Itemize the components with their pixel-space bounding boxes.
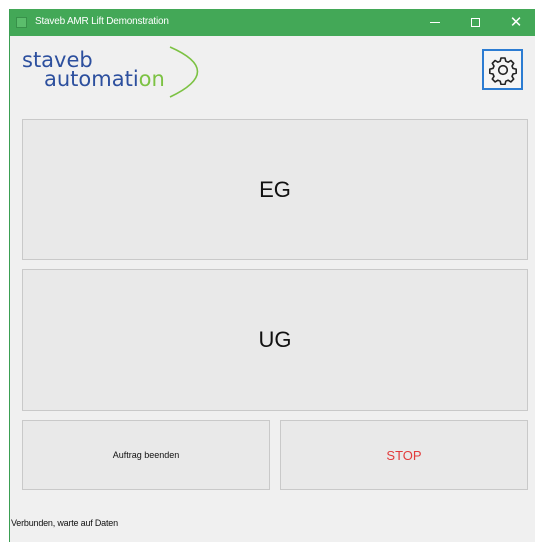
logo-line-2-suffix: on <box>139 67 165 91</box>
title-bar[interactable]: Staveb AMR Lift Demonstration ✕ <box>10 9 535 36</box>
window-title: Staveb AMR Lift Demonstration <box>35 16 169 27</box>
settings-button[interactable] <box>482 49 523 90</box>
minimize-button[interactable] <box>415 9 455 36</box>
logo-line-2: automation <box>44 67 165 91</box>
eg-button[interactable]: EG <box>22 119 528 260</box>
auftrag-beenden-button[interactable]: Auftrag beenden <box>22 420 270 490</box>
logo-arc <box>169 46 199 98</box>
ug-button[interactable]: UG <box>22 269 528 411</box>
logo-line-2-prefix: automati <box>44 67 139 91</box>
status-text: Verbunden, warte auf Daten <box>11 518 118 528</box>
app-icon <box>16 17 27 28</box>
app-window: Staveb AMR Lift Demonstration ✕ staveb a… <box>9 9 535 542</box>
gear-icon <box>488 56 517 85</box>
maximize-icon <box>470 18 480 27</box>
staveb-automation-logo: staveb automation <box>10 41 220 103</box>
close-button[interactable]: ✕ <box>496 9 535 36</box>
minimize-icon <box>430 22 440 23</box>
close-icon: ✕ <box>509 14 523 31</box>
maximize-button[interactable] <box>455 9 495 36</box>
stop-button[interactable]: STOP <box>280 420 528 490</box>
